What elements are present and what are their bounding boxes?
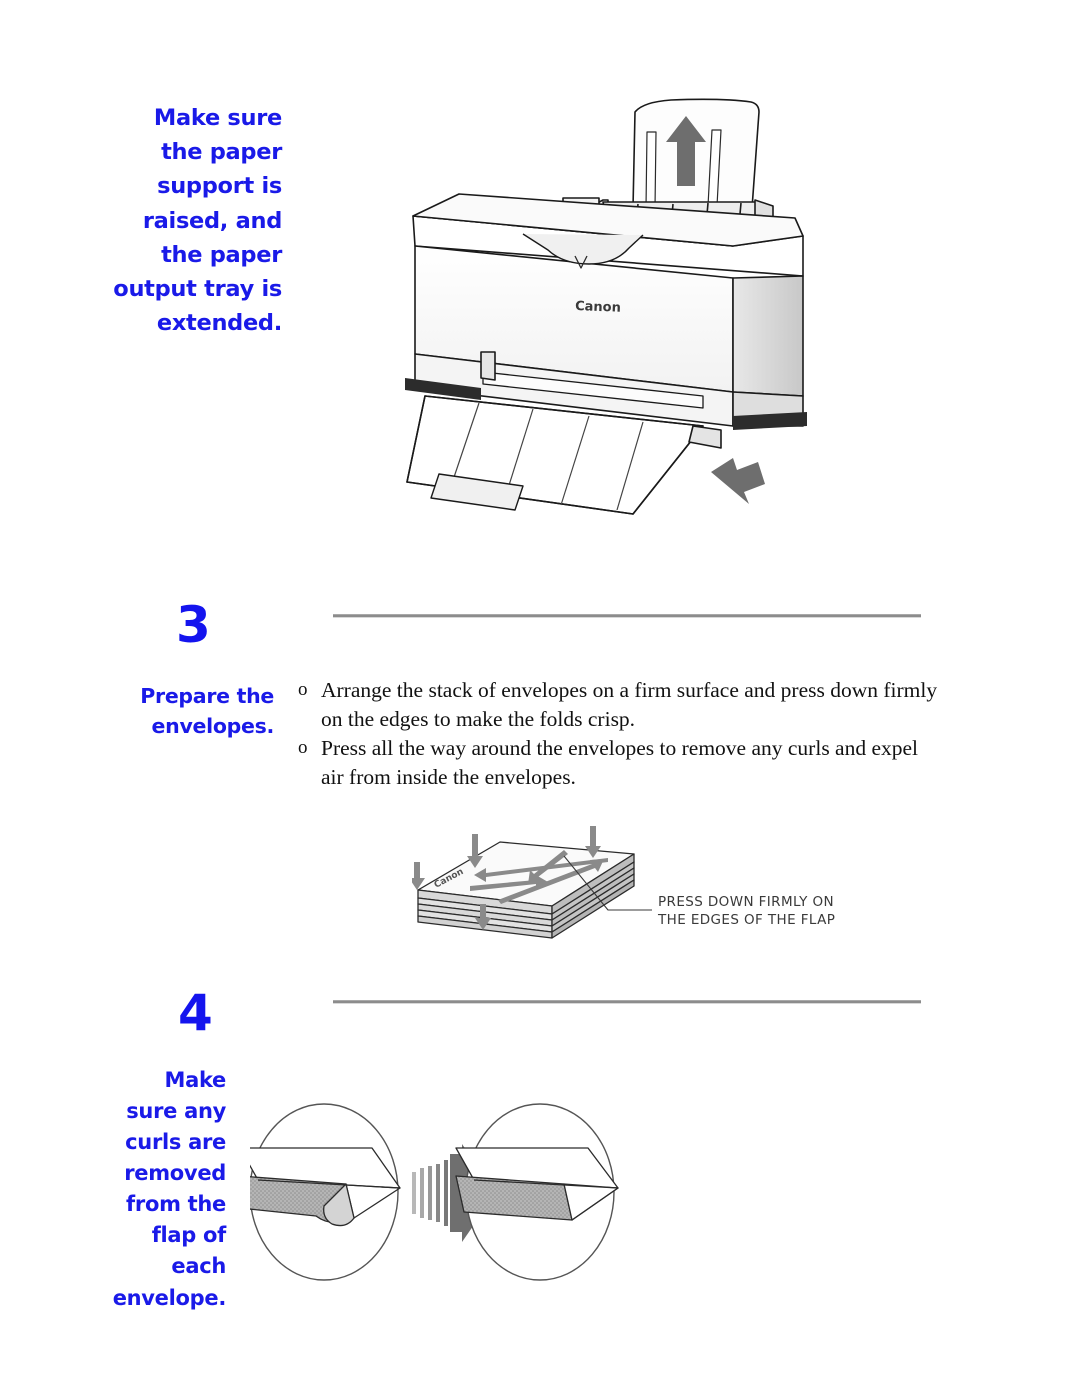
step-2-side-note: Make sure the paper support is raised, a… [113,105,282,337]
printer-illustration: Canon [403,96,835,548]
stack-caption-line-2: THE EDGES OF THE FLAP [657,912,835,928]
step-number-3: 3 [176,596,211,654]
step-4-side-note: Make sure any curls are removed from the… [112,1068,227,1310]
arrow-down-icon [711,458,765,504]
step-3-body: o Arrange the stack of envelopes on a fi… [298,676,946,792]
step-number-4: 4 [178,984,213,1042]
bullet-text: Press all the way around the envelopes t… [321,736,919,789]
step-3-side-note: Prepare the envelopes. [140,684,274,739]
step-4-divider [333,1000,921,1004]
bullet-marker-icon: o [298,679,308,700]
envelope-stack-illustration: Canon PRESS DOWN FIRMLY ON THE EDGES OF … [412,812,862,952]
stack-caption-line-1: PRESS DOWN FIRMLY ON [658,894,834,910]
flap-curl-illustration [250,1088,650,1310]
flat-flap-view [455,1103,619,1281]
bullet-item: o Arrange the stack of envelopes on a fi… [298,676,946,733]
bullet-marker-icon: o [298,737,308,759]
bullet-text: Arrange the stack of envelopes on a firm… [321,678,938,731]
step-3-divider [333,614,921,618]
printer-brand-label: Canon [575,299,621,316]
manual-page: Make sure the paper support is raised, a… [0,0,1080,1397]
curled-flap-view [250,1103,401,1281]
bullet-item: o Press all the way around the envelopes… [298,734,946,791]
